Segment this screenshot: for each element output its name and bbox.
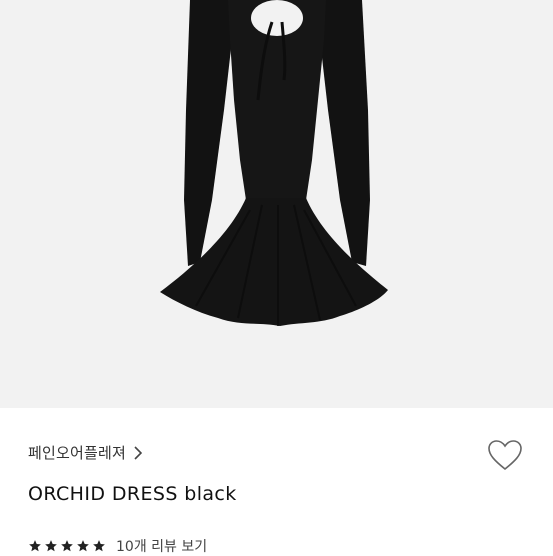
brand-link[interactable]: 페인오어플레져 bbox=[28, 442, 143, 463]
star-rating bbox=[28, 539, 106, 553]
star-filled-icon bbox=[29, 540, 41, 552]
right-sleeve bbox=[320, 0, 370, 266]
rating-row: 10개 리뷰 보기 bbox=[28, 536, 207, 556]
star-filled-icon bbox=[45, 540, 57, 552]
chevron-right-icon bbox=[134, 445, 143, 460]
star-filled-icon bbox=[93, 540, 105, 552]
star-filled-icon bbox=[77, 540, 89, 552]
product-info: 페인오어플레져 ORCHID DRESS black 10개 리뷰 보기 bbox=[0, 408, 553, 556]
product-image[interactable] bbox=[0, 0, 553, 408]
review-link[interactable]: 10개 리뷰 보기 bbox=[116, 536, 207, 556]
like-button[interactable] bbox=[484, 436, 526, 474]
heart-outline-icon bbox=[488, 440, 522, 471]
star-filled-icon bbox=[61, 540, 73, 552]
brand-name: 페인오어플레져 bbox=[28, 444, 127, 462]
product-title: ORCHID DRESS black bbox=[28, 483, 237, 505]
left-sleeve bbox=[184, 0, 232, 266]
neck-cutout bbox=[251, 0, 303, 36]
dress-illustration bbox=[160, 0, 388, 326]
